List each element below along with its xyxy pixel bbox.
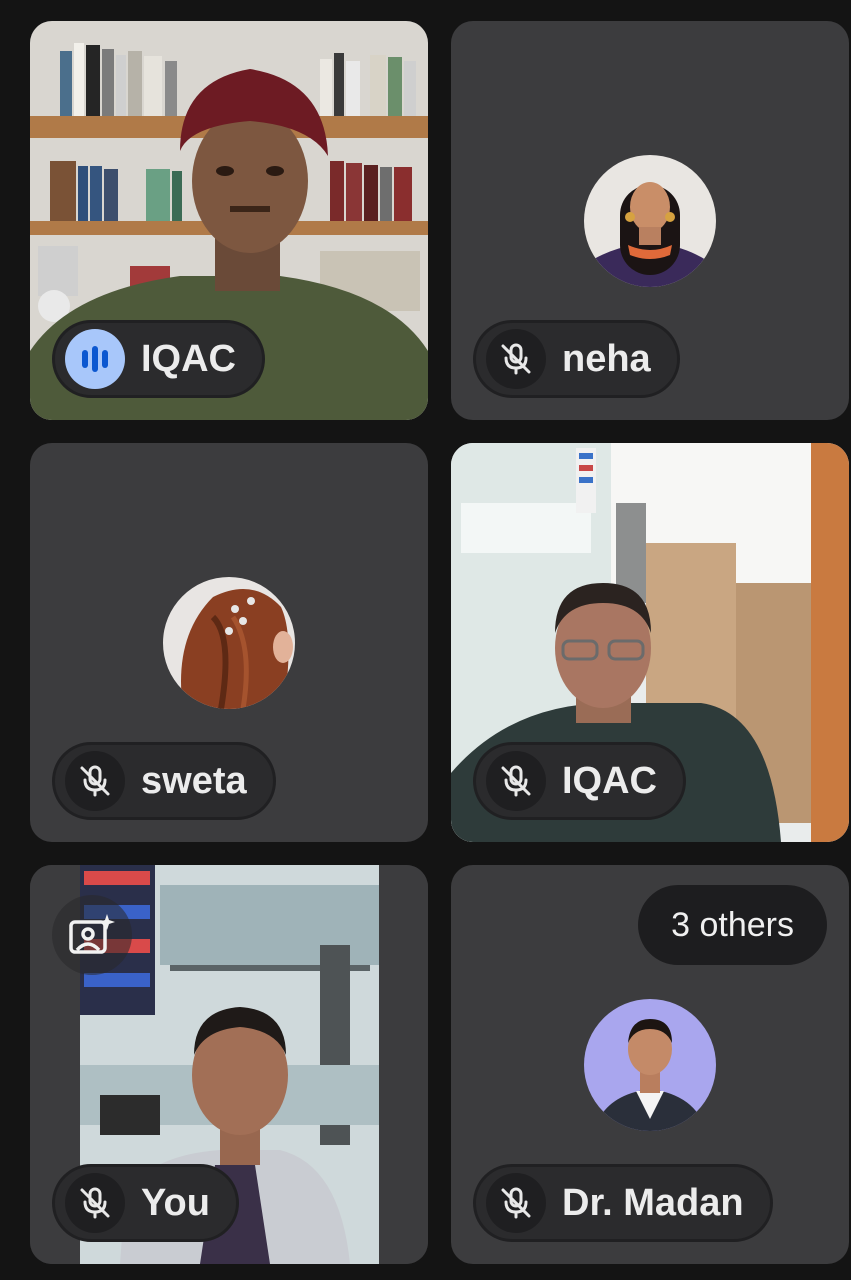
audio-level-icon xyxy=(65,329,125,389)
participant-name: IQAC xyxy=(141,337,236,380)
others-count-chip[interactable]: 3 others xyxy=(638,885,827,965)
participant-name-pill: IQAC xyxy=(52,320,265,398)
participant-name: neha xyxy=(562,337,651,380)
participant-name-pill: neha xyxy=(473,320,680,398)
avatar xyxy=(584,999,716,1131)
participant-name: IQAC xyxy=(562,759,657,802)
participant-tile-sweta[interactable]: sweta xyxy=(30,443,428,842)
participant-tile-self[interactable]: You xyxy=(30,865,428,1264)
mic-off-icon xyxy=(486,1173,546,1233)
participant-tile-others[interactable]: 3 others Dr. Madan xyxy=(451,865,849,1264)
mic-off-icon xyxy=(486,329,546,389)
participant-name-pill: You xyxy=(52,1164,239,1242)
mic-off-icon xyxy=(65,751,125,811)
participant-name: You xyxy=(141,1181,210,1224)
participant-tile-iqac-muted[interactable]: IQAC xyxy=(451,443,849,842)
participant-name-pill: IQAC xyxy=(473,742,686,820)
participant-name-pill: sweta xyxy=(52,742,276,820)
participant-name-pill: Dr. Madan xyxy=(473,1164,773,1242)
participant-tile-iqac-speaking[interactable]: IQAC xyxy=(30,21,428,420)
avatar xyxy=(584,155,716,287)
camera-effects-button[interactable] xyxy=(52,895,132,975)
camera-effects-icon xyxy=(69,914,115,954)
participant-tile-neha[interactable]: neha xyxy=(451,21,849,420)
participant-grid: IQAC neha sweta IQAC You 3 others Dr. Ma… xyxy=(0,0,851,1280)
mic-off-icon xyxy=(65,1173,125,1233)
mic-off-icon xyxy=(486,751,546,811)
avatar xyxy=(163,577,295,709)
participant-name: Dr. Madan xyxy=(562,1181,744,1224)
participant-name: sweta xyxy=(141,759,247,802)
